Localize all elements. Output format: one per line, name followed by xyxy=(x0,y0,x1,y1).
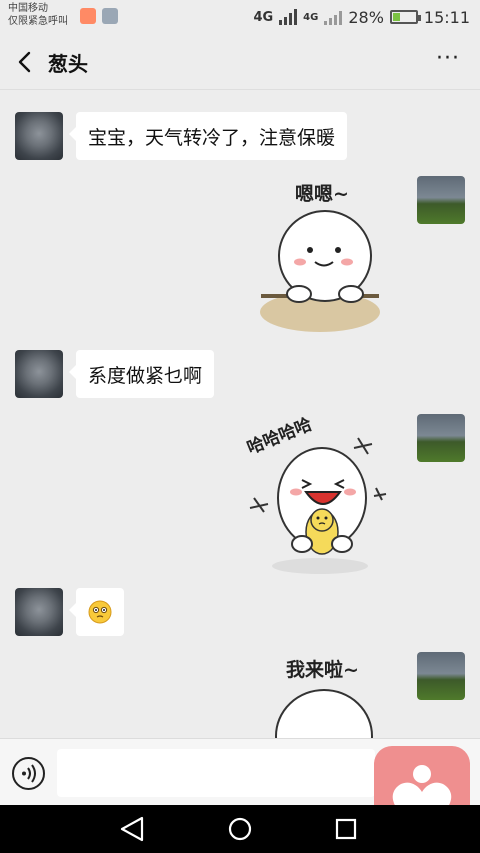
more-options-button[interactable]: ··· xyxy=(436,46,460,71)
chevron-left-icon xyxy=(18,51,31,73)
chat-title: 葱头 xyxy=(48,52,88,76)
voice-input-button[interactable] xyxy=(12,757,45,790)
recents-nav-button[interactable] xyxy=(335,818,357,840)
signal-secondary-icon xyxy=(324,9,343,25)
network-type: 4G xyxy=(253,9,274,25)
message-input[interactable] xyxy=(57,749,375,797)
recents-square-icon xyxy=(335,818,357,840)
sticker-graphic: 嗯嗯~ xyxy=(260,183,380,332)
message-bubble[interactable]: 系度做紧乜啊 xyxy=(68,350,215,398)
sticker-message[interactable]: 我来啦~ xyxy=(266,652,396,738)
notification-app-icon xyxy=(80,8,96,24)
sticker-caption: 嗯嗯~ xyxy=(295,183,349,205)
battery-percent: 28% xyxy=(348,7,384,27)
gallery-notification-icon xyxy=(102,8,118,24)
back-button[interactable] xyxy=(14,48,38,76)
carrier-status: 仅限紧急呼叫 xyxy=(8,16,68,27)
sticker-message[interactable]: 哈哈哈哈 xyxy=(240,408,400,576)
message-text: 宝宝，天气转冷了，注意保暖 xyxy=(88,126,336,149)
carrier-info: 中国移动 仅限紧急呼叫 xyxy=(8,2,68,28)
signal-strength-icon xyxy=(279,9,298,25)
back-nav-button[interactable] xyxy=(120,816,144,842)
message-text: 系度做紧乜啊 xyxy=(88,364,203,387)
system-navigation-bar xyxy=(0,805,480,853)
status-right: 4G 4G 28% 15:11 xyxy=(253,4,470,30)
clock: 15:11 xyxy=(423,7,470,27)
contact-avatar[interactable] xyxy=(15,588,63,636)
message-list[interactable]: 宝宝，天气转冷了，注意保暖 嗯嗯~ 系度做紧乜啊 哈哈哈哈 我来啦~ xyxy=(0,90,480,738)
battery-icon xyxy=(389,10,421,24)
sticker-graphic: 哈哈哈哈 xyxy=(244,414,387,574)
network-type-secondary: 4G xyxy=(303,11,319,23)
my-avatar[interactable] xyxy=(417,414,465,462)
status-bar: 中国移动 仅限紧急呼叫 4G 4G 28% 15:11 xyxy=(0,0,480,34)
home-circle-icon xyxy=(228,817,252,841)
contact-avatar[interactable] xyxy=(15,350,63,398)
voice-icon xyxy=(22,764,36,783)
my-avatar[interactable] xyxy=(417,176,465,224)
chat-header: 葱头 ··· xyxy=(0,34,480,90)
message-bubble[interactable]: 宝宝，天气转冷了，注意保暖 xyxy=(68,112,348,160)
sticker-graphic: 我来啦~ xyxy=(275,658,373,738)
message-bubble[interactable] xyxy=(69,588,124,636)
sticker-caption: 我来啦~ xyxy=(286,658,359,681)
home-nav-button[interactable] xyxy=(228,817,252,841)
sticker-message[interactable]: 嗯嗯~ xyxy=(255,176,395,334)
contact-avatar[interactable] xyxy=(15,112,63,160)
confused-face-emoji-icon xyxy=(88,600,112,624)
carrier-name: 中国移动 xyxy=(8,3,48,14)
back-triangle-icon xyxy=(120,816,144,842)
battery-level xyxy=(392,13,400,21)
my-avatar[interactable] xyxy=(417,652,465,700)
